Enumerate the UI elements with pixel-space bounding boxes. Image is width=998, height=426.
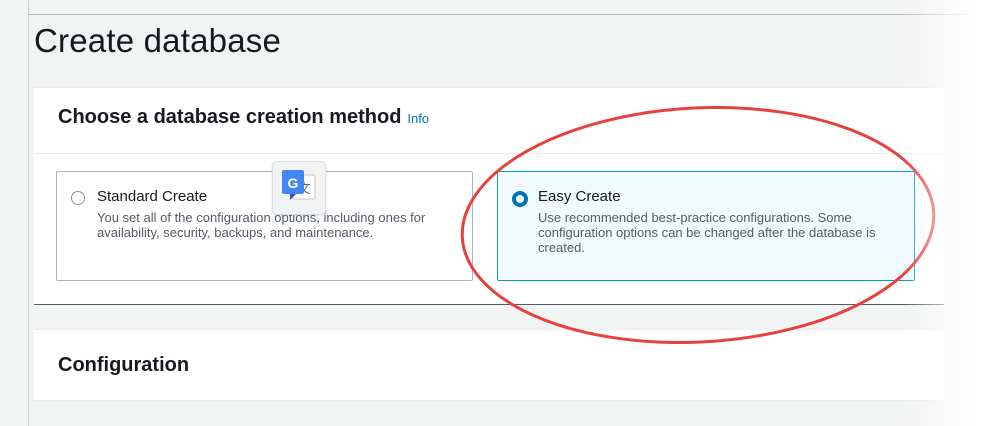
configuration-title: Configuration	[58, 354, 190, 376]
creation-method-header: Choose a database creation method Info	[34, 88, 944, 154]
easy-create-title: Easy Create	[538, 188, 621, 205]
page-top-border	[28, 14, 998, 15]
easy-create-radio[interactable]	[512, 191, 528, 207]
info-link[interactable]: Info	[407, 111, 429, 126]
easy-create-description: Use recommended best-practice configurat…	[538, 210, 876, 255]
page-title: Create database	[34, 22, 282, 59]
configuration-panel: Configuration	[34, 329, 944, 401]
standard-create-tile[interactable]: Standard Create You set all of the confi…	[56, 171, 473, 281]
easy-create-tile[interactable]: Easy Create Use recommended best-practic…	[497, 171, 915, 281]
page-left-border	[28, 0, 29, 426]
creation-method-title-text: Choose a database creation method	[58, 106, 402, 128]
standard-create-description: You set all of the configuration options…	[97, 210, 426, 240]
create-database-page: Create database Choose a database creati…	[0, 0, 998, 426]
standard-create-title: Standard Create	[97, 188, 208, 205]
creation-method-panel: Choose a database creation method Info St…	[34, 87, 944, 305]
translate-glyph-icon: 文 G	[282, 170, 316, 200]
svg-text:G: G	[288, 175, 299, 191]
google-translate-icon[interactable]: 文 G	[272, 161, 326, 215]
creation-method-title: Choose a database creation method Info	[58, 106, 429, 129]
standard-create-radio[interactable]	[71, 191, 85, 205]
